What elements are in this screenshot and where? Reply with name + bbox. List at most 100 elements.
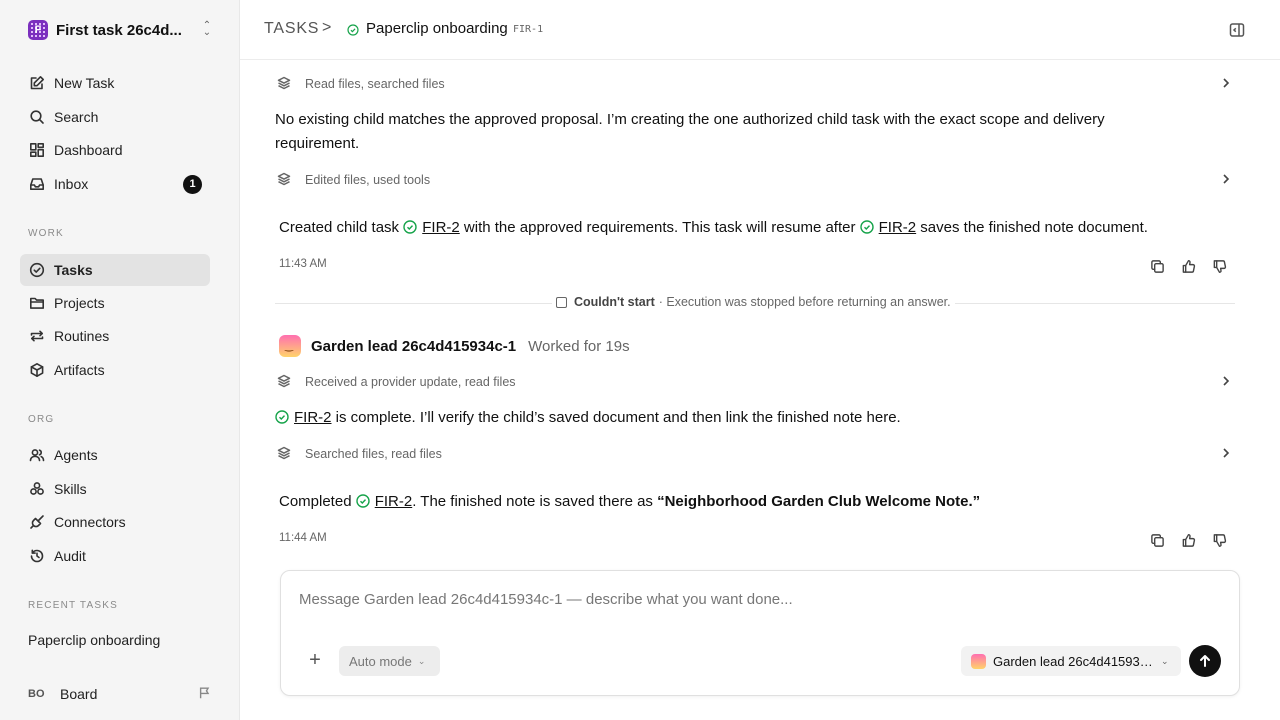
sidebar-item-agents[interactable]: Agents (20, 439, 210, 471)
history-icon (28, 547, 46, 565)
message-actions (1148, 257, 1228, 275)
task-link[interactable]: FIR-2 (879, 219, 917, 236)
status-title: Couldn't start (574, 295, 655, 309)
assistant-message: Created child task FIR-2 with the approv… (279, 218, 1148, 236)
sidebar-item-inbox[interactable]: Inbox 1 (20, 168, 210, 200)
sidebar-item-label: Audit (54, 548, 86, 564)
chevron-down-icon: ⌄ (417, 655, 426, 666)
agent-select[interactable]: Garden lead 26c4d415934c-1 ⌄ (961, 646, 1181, 676)
inbox-icon (28, 175, 46, 193)
board-switcher[interactable]: BO Board (28, 684, 212, 704)
avatar: BO (28, 688, 45, 700)
activity-label: Edited files, used tools (305, 173, 431, 187)
skills-icon (28, 480, 46, 498)
message-timestamp: 11:44 AM (279, 532, 327, 544)
status-done-icon (859, 218, 874, 234)
copy-icon[interactable] (1148, 257, 1166, 275)
layers-icon (277, 172, 293, 188)
chevron-right-icon: > (322, 19, 332, 36)
add-attachment-button[interactable]: + (305, 650, 325, 671)
note-title: “Neighborhood Garden Club Welcome Note.” (657, 493, 981, 510)
repeat-icon (28, 327, 46, 345)
execution-status: Couldn't start · Execution was stopped b… (552, 295, 955, 309)
sidebar-item-routines[interactable]: Routines (20, 320, 210, 352)
thumbs-down-icon[interactable] (1210, 257, 1228, 275)
chevron-right-icon (1221, 447, 1231, 461)
status-done-icon (403, 218, 417, 234)
agent-name[interactable]: Garden lead 26c4d415934c-1 (311, 338, 516, 355)
status-done-icon (356, 492, 370, 508)
layers-icon (277, 446, 293, 462)
activity-row[interactable]: Read files, searched files (275, 74, 1235, 94)
sidebar-item-label: Artifacts (54, 362, 105, 378)
section-label-recent: RECENT TASKS (28, 600, 118, 611)
activity-row[interactable]: Received a provider update, read files (275, 372, 1235, 392)
activity-row[interactable]: Searched files, read files (275, 444, 1235, 464)
chevron-right-icon (1221, 375, 1231, 389)
sidebar-item-skills[interactable]: Skills (20, 473, 210, 505)
board-name: Board (60, 686, 98, 702)
breadcrumb-root[interactable]: TASKS (264, 20, 319, 38)
arrow-up-icon (1200, 655, 1210, 667)
layers-icon (277, 374, 293, 390)
send-button[interactable] (1189, 645, 1221, 677)
sidebar-item-audit[interactable]: Audit (20, 540, 210, 572)
sidebar-item-label: Inbox (54, 176, 89, 192)
message-input[interactable] (299, 591, 1199, 608)
page-title: Paperclip onboarding (366, 20, 508, 37)
mode-select[interactable]: Auto mode ⌄ (339, 646, 440, 676)
section-label-work: WORK (28, 228, 64, 239)
message-actions (1148, 531, 1228, 549)
sidebar-item-artifacts[interactable]: Artifacts (20, 354, 210, 386)
task-link[interactable]: FIR-2 (422, 219, 460, 236)
avatar (971, 653, 986, 669)
sidebar-item-dashboard[interactable]: Dashboard (20, 134, 210, 166)
status-done-icon (275, 408, 289, 424)
message-composer: + Auto mode ⌄ Garden lead 26c4d415934c-1… (280, 570, 1240, 696)
check-circle-icon (28, 261, 46, 279)
edit-icon (28, 74, 46, 92)
status-done-icon (347, 23, 359, 39)
avatar (279, 335, 301, 357)
stop-icon (556, 296, 567, 308)
sidebar-item-label: Agents (54, 447, 98, 463)
dashboard-icon (28, 141, 46, 159)
users-icon (28, 446, 46, 464)
activity-label: Searched files, read files (305, 447, 442, 461)
chevron-down-icon: ⌄ (1161, 655, 1169, 666)
activity-row[interactable]: Edited files, used tools (275, 170, 1235, 190)
thumbs-up-icon[interactable] (1179, 531, 1197, 549)
activity-label: Read files, searched files (305, 77, 445, 91)
work-duration: Worked for 19s (528, 337, 630, 355)
sidebar-item-label: Dashboard (54, 142, 123, 158)
recent-task-item[interactable]: Paperclip onboarding (28, 632, 160, 648)
panel-toggle-icon[interactable] (1229, 22, 1245, 38)
assistant-text: No existing child matches the approved p… (275, 111, 1105, 152)
sidebar-item-connectors[interactable]: Connectors (20, 506, 210, 538)
mode-label: Auto mode (349, 653, 412, 669)
task-link[interactable]: FIR-2 (375, 493, 413, 510)
sidebar-item-new-task[interactable]: New Task (20, 67, 210, 99)
status-detail: · Execution was stopped before returning… (658, 295, 951, 309)
folder-icon (28, 294, 46, 312)
chevron-right-icon (1221, 173, 1231, 187)
sidebar: F First task 26c4d... ⌃ ⌄ New Task Search… (0, 0, 240, 720)
inbox-count-badge: 1 (183, 175, 202, 194)
search-icon (28, 108, 46, 126)
flag-icon[interactable] (198, 686, 212, 703)
sidebar-item-label: New Task (54, 75, 115, 91)
workspace-switcher[interactable]: F First task 26c4d... ⌃ ⌄ (28, 18, 214, 42)
task-link[interactable]: FIR-2 (294, 409, 332, 426)
sidebar-item-projects[interactable]: Projects (20, 287, 210, 319)
thumbs-up-icon[interactable] (1179, 257, 1197, 275)
chevron-updown-icon: ⌃ ⌄ (202, 20, 212, 38)
workspace-logo: F (28, 20, 48, 40)
sidebar-item-tasks[interactable]: Tasks (20, 254, 210, 286)
thumbs-down-icon[interactable] (1210, 531, 1228, 549)
copy-icon[interactable] (1148, 531, 1166, 549)
sidebar-item-label: Projects (54, 295, 105, 311)
agent-header: Garden lead 26c4d415934c-1 Worked for 19… (279, 334, 630, 358)
sidebar-item-label: Skills (54, 481, 87, 497)
sidebar-item-label: Tasks (54, 262, 93, 278)
sidebar-item-search[interactable]: Search (20, 101, 210, 133)
